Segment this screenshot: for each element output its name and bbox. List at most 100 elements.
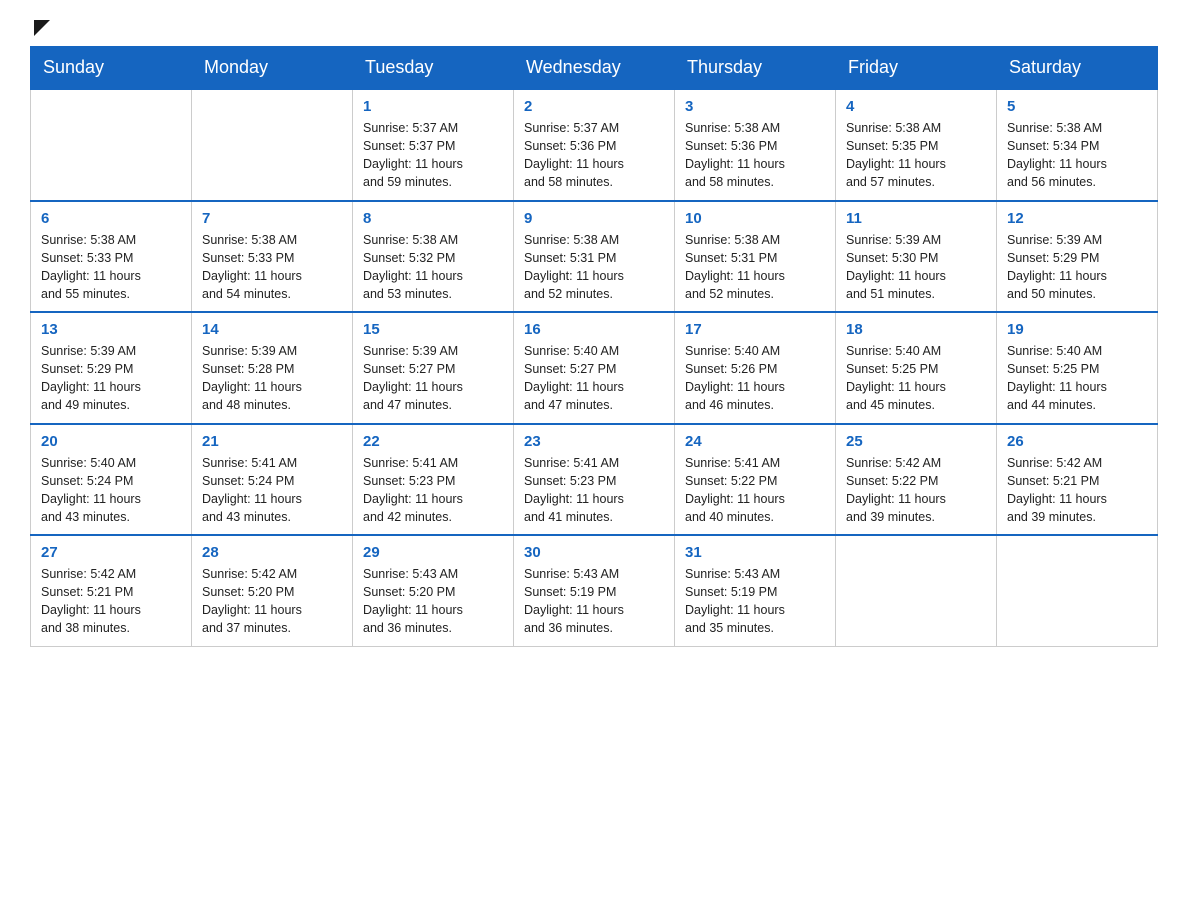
- header: [30, 20, 1158, 36]
- day-cell: 24 Sunrise: 5:41 AMSunset: 5:22 PMDayligh…: [675, 424, 836, 536]
- day-cell: 13 Sunrise: 5:39 AMSunset: 5:29 PMDayligh…: [31, 312, 192, 424]
- day-info: Sunrise: 5:43 AMSunset: 5:20 PMDaylight:…: [363, 565, 503, 638]
- day-number: 24: [685, 433, 825, 450]
- day-info: Sunrise: 5:41 AMSunset: 5:24 PMDaylight:…: [202, 454, 342, 527]
- day-number: 18: [846, 321, 986, 338]
- day-number: 27: [41, 544, 181, 561]
- day-info: Sunrise: 5:39 AMSunset: 5:30 PMDaylight:…: [846, 231, 986, 304]
- day-cell: 23 Sunrise: 5:41 AMSunset: 5:23 PMDayligh…: [514, 424, 675, 536]
- day-cell: 10 Sunrise: 5:38 AMSunset: 5:31 PMDayligh…: [675, 201, 836, 313]
- day-cell: 1 Sunrise: 5:37 AMSunset: 5:37 PMDaylight…: [353, 89, 514, 201]
- day-info: Sunrise: 5:38 AMSunset: 5:33 PMDaylight:…: [41, 231, 181, 304]
- day-info: Sunrise: 5:41 AMSunset: 5:23 PMDaylight:…: [363, 454, 503, 527]
- day-number: 12: [1007, 210, 1147, 227]
- day-cell: 21 Sunrise: 5:41 AMSunset: 5:24 PMDayligh…: [192, 424, 353, 536]
- day-number: 22: [363, 433, 503, 450]
- day-info: Sunrise: 5:38 AMSunset: 5:31 PMDaylight:…: [685, 231, 825, 304]
- week-row-4: 20 Sunrise: 5:40 AMSunset: 5:24 PMDayligh…: [31, 424, 1158, 536]
- day-number: 4: [846, 98, 986, 115]
- day-info: Sunrise: 5:37 AMSunset: 5:37 PMDaylight:…: [363, 119, 503, 192]
- day-number: 16: [524, 321, 664, 338]
- day-info: Sunrise: 5:40 AMSunset: 5:24 PMDaylight:…: [41, 454, 181, 527]
- weekday-header-sunday: Sunday: [31, 47, 192, 90]
- weekday-header-tuesday: Tuesday: [353, 47, 514, 90]
- day-info: Sunrise: 5:41 AMSunset: 5:22 PMDaylight:…: [685, 454, 825, 527]
- day-cell: 5 Sunrise: 5:38 AMSunset: 5:34 PMDaylight…: [997, 89, 1158, 201]
- day-cell: 27 Sunrise: 5:42 AMSunset: 5:21 PMDayligh…: [31, 535, 192, 646]
- day-cell: 29 Sunrise: 5:43 AMSunset: 5:20 PMDayligh…: [353, 535, 514, 646]
- day-number: 5: [1007, 98, 1147, 115]
- logo: [30, 20, 50, 36]
- day-number: 14: [202, 321, 342, 338]
- weekday-header-friday: Friday: [836, 47, 997, 90]
- calendar-table: SundayMondayTuesdayWednesdayThursdayFrid…: [30, 46, 1158, 647]
- day-info: Sunrise: 5:42 AMSunset: 5:21 PMDaylight:…: [1007, 454, 1147, 527]
- day-info: Sunrise: 5:43 AMSunset: 5:19 PMDaylight:…: [685, 565, 825, 638]
- day-info: Sunrise: 5:40 AMSunset: 5:25 PMDaylight:…: [846, 342, 986, 415]
- day-number: 13: [41, 321, 181, 338]
- week-row-1: 1 Sunrise: 5:37 AMSunset: 5:37 PMDaylight…: [31, 89, 1158, 201]
- day-number: 15: [363, 321, 503, 338]
- day-number: 17: [685, 321, 825, 338]
- day-number: 29: [363, 544, 503, 561]
- day-number: 31: [685, 544, 825, 561]
- day-number: 6: [41, 210, 181, 227]
- day-info: Sunrise: 5:40 AMSunset: 5:25 PMDaylight:…: [1007, 342, 1147, 415]
- day-cell: 14 Sunrise: 5:39 AMSunset: 5:28 PMDayligh…: [192, 312, 353, 424]
- day-cell: 3Sunrise: 5:38 AMSunset: 5:36 PMDaylight…: [675, 89, 836, 201]
- day-info: Sunrise: 5:38 AMSunset: 5:34 PMDaylight:…: [1007, 119, 1147, 192]
- day-cell: 8 Sunrise: 5:38 AMSunset: 5:32 PMDaylight…: [353, 201, 514, 313]
- day-info: Sunrise: 5:42 AMSunset: 5:21 PMDaylight:…: [41, 565, 181, 638]
- day-cell: [31, 89, 192, 201]
- weekday-header-saturday: Saturday: [997, 47, 1158, 90]
- day-cell: 2Sunrise: 5:37 AMSunset: 5:36 PMDaylight…: [514, 89, 675, 201]
- day-info: Sunrise: 5:38 AMSunset: 5:31 PMDaylight:…: [524, 231, 664, 304]
- day-number: 20: [41, 433, 181, 450]
- week-row-3: 13 Sunrise: 5:39 AMSunset: 5:29 PMDayligh…: [31, 312, 1158, 424]
- day-info: Sunrise: 5:39 AMSunset: 5:27 PMDaylight:…: [363, 342, 503, 415]
- day-cell: 12Sunrise: 5:39 AMSunset: 5:29 PMDayligh…: [997, 201, 1158, 313]
- day-cell: [836, 535, 997, 646]
- day-cell: [192, 89, 353, 201]
- day-cell: 4Sunrise: 5:38 AMSunset: 5:35 PMDaylight…: [836, 89, 997, 201]
- day-info: Sunrise: 5:38 AMSunset: 5:33 PMDaylight:…: [202, 231, 342, 304]
- day-info: Sunrise: 5:38 AMSunset: 5:32 PMDaylight:…: [363, 231, 503, 304]
- week-row-5: 27 Sunrise: 5:42 AMSunset: 5:21 PMDayligh…: [31, 535, 1158, 646]
- day-cell: 20 Sunrise: 5:40 AMSunset: 5:24 PMDayligh…: [31, 424, 192, 536]
- day-info: Sunrise: 5:42 AMSunset: 5:20 PMDaylight:…: [202, 565, 342, 638]
- day-info: Sunrise: 5:39 AMSunset: 5:29 PMDaylight:…: [41, 342, 181, 415]
- day-number: 7: [202, 210, 342, 227]
- day-number: 23: [524, 433, 664, 450]
- day-number: 25: [846, 433, 986, 450]
- day-cell: 9 Sunrise: 5:38 AMSunset: 5:31 PMDaylight…: [514, 201, 675, 313]
- day-cell: 17 Sunrise: 5:40 AMSunset: 5:26 PMDayligh…: [675, 312, 836, 424]
- day-cell: 22 Sunrise: 5:41 AMSunset: 5:23 PMDayligh…: [353, 424, 514, 536]
- day-number: 28: [202, 544, 342, 561]
- day-cell: 6 Sunrise: 5:38 AMSunset: 5:33 PMDaylight…: [31, 201, 192, 313]
- day-info: Sunrise: 5:40 AMSunset: 5:26 PMDaylight:…: [685, 342, 825, 415]
- day-number: 9: [524, 210, 664, 227]
- day-number: 30: [524, 544, 664, 561]
- day-info: Sunrise: 5:42 AMSunset: 5:22 PMDaylight:…: [846, 454, 986, 527]
- day-number: 10: [685, 210, 825, 227]
- week-row-2: 6 Sunrise: 5:38 AMSunset: 5:33 PMDaylight…: [31, 201, 1158, 313]
- day-cell: 30 Sunrise: 5:43 AMSunset: 5:19 PMDayligh…: [514, 535, 675, 646]
- day-info: Sunrise: 5:40 AMSunset: 5:27 PMDaylight:…: [524, 342, 664, 415]
- day-cell: 26 Sunrise: 5:42 AMSunset: 5:21 PMDayligh…: [997, 424, 1158, 536]
- day-info: Sunrise: 5:38 AMSunset: 5:36 PMDaylight:…: [685, 119, 825, 192]
- day-number: 8: [363, 210, 503, 227]
- day-number: 1: [363, 98, 503, 115]
- day-info: Sunrise: 5:39 AMSunset: 5:28 PMDaylight:…: [202, 342, 342, 415]
- day-cell: 19Sunrise: 5:40 AMSunset: 5:25 PMDayligh…: [997, 312, 1158, 424]
- day-cell: 28 Sunrise: 5:42 AMSunset: 5:20 PMDayligh…: [192, 535, 353, 646]
- day-number: 21: [202, 433, 342, 450]
- weekday-header-monday: Monday: [192, 47, 353, 90]
- day-info: Sunrise: 5:43 AMSunset: 5:19 PMDaylight:…: [524, 565, 664, 638]
- day-cell: 15 Sunrise: 5:39 AMSunset: 5:27 PMDayligh…: [353, 312, 514, 424]
- day-cell: 7 Sunrise: 5:38 AMSunset: 5:33 PMDaylight…: [192, 201, 353, 313]
- day-info: Sunrise: 5:37 AMSunset: 5:36 PMDaylight:…: [524, 119, 664, 192]
- day-cell: 31 Sunrise: 5:43 AMSunset: 5:19 PMDayligh…: [675, 535, 836, 646]
- weekday-header-wednesday: Wednesday: [514, 47, 675, 90]
- day-info: Sunrise: 5:41 AMSunset: 5:23 PMDaylight:…: [524, 454, 664, 527]
- day-number: 26: [1007, 433, 1147, 450]
